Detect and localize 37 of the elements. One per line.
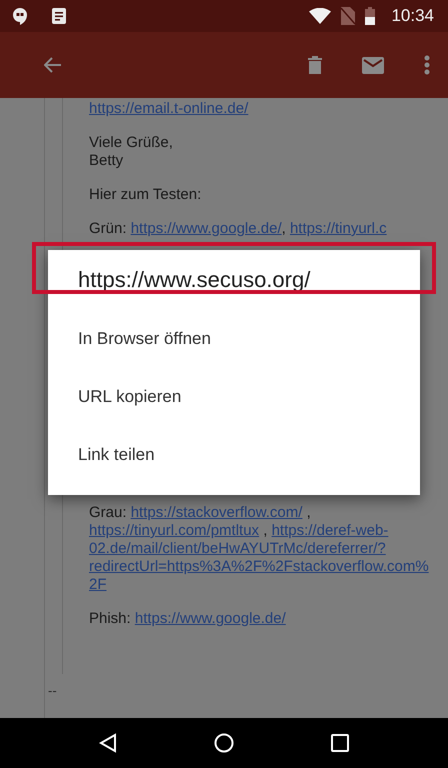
email-text: ,	[262, 522, 268, 539]
email-link[interactable]: https://www.google.de/	[134, 610, 286, 627]
email-link[interactable]: https://deref-web-	[272, 522, 388, 539]
menu-item[interactable]: URL kopieren	[48, 368, 420, 426]
email-text: ,	[306, 504, 311, 521]
wifi-icon	[309, 8, 332, 24]
back-arrow-icon[interactable]	[44, 57, 62, 73]
chat-bubble-icon	[12, 7, 28, 25]
recents-icon[interactable]	[331, 734, 350, 752]
mail-icon[interactable]	[362, 56, 384, 74]
no-sim-icon	[341, 7, 356, 25]
trash-icon[interactable]	[308, 56, 322, 74]
email-link[interactable]: https://tinyurl.c	[290, 220, 387, 237]
email-text: Viele Grüße,	[89, 134, 173, 151]
email-text: Hier zum Testen:	[89, 186, 202, 203]
email-link[interactable]: https://www.google.de/	[130, 220, 282, 237]
email-link[interactable]: 2F	[89, 576, 107, 593]
email-text: Phish:	[89, 610, 132, 627]
email-link[interactable]: 02.de/mail/client/beHwAYUTrMc/dereferrer/?	[89, 540, 386, 557]
home-icon[interactable]	[214, 733, 234, 753]
menu-item[interactable]: Link teilen	[48, 426, 420, 484]
email-text: ,	[282, 220, 287, 237]
more-options-icon[interactable]	[424, 55, 430, 75]
email-text: Betty	[89, 152, 124, 169]
document-icon	[52, 8, 66, 24]
email-link[interactable]: https://stackoverflow.com/	[130, 504, 302, 521]
email-text: Grau:	[89, 504, 128, 521]
battery-icon	[365, 7, 376, 25]
clock-time: 10:34	[391, 6, 434, 26]
email-text: Grün:	[89, 220, 128, 237]
back-icon[interactable]	[98, 733, 117, 753]
email-link[interactable]: https://email.t-online.de/	[89, 100, 248, 117]
dialog-title: https://www.secuso.org/	[77, 266, 310, 294]
email-link[interactable]: https://tinyurl.com/pmtltux	[89, 522, 260, 539]
signature-separator: --	[48, 683, 57, 698]
menu-item[interactable]: In Browser öffnen	[48, 310, 420, 368]
email-link[interactable]: redirectUrl=https%3A%2F%2Fstackoverflow.com%	[89, 558, 429, 575]
